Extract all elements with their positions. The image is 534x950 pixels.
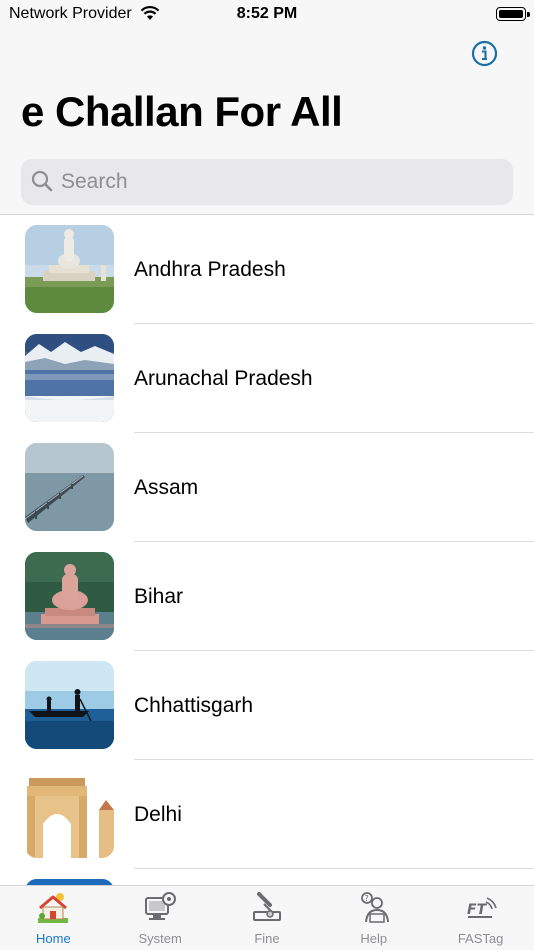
tab-fastag[interactable]: FT FASTag xyxy=(427,886,534,950)
status-time: 8:52 PM xyxy=(236,5,298,22)
state-name: Assam xyxy=(134,476,199,499)
status-bar: Network Provider 8:52 PM xyxy=(0,0,534,30)
india-gate-thumbnail xyxy=(25,770,114,858)
system-icon xyxy=(145,892,177,920)
tab-home[interactable]: Home xyxy=(0,886,107,950)
tab-label-help: Help xyxy=(360,931,388,946)
state-name: Delhi xyxy=(134,803,182,826)
boatmen-on-lake-thumbnail xyxy=(25,661,114,749)
tab-label-system: System xyxy=(138,931,182,946)
fastag-icon: FT xyxy=(467,897,497,918)
list-item-partial[interactable] xyxy=(0,869,534,885)
tab-system[interactable]: System xyxy=(107,886,214,950)
svg-text:FT: FT xyxy=(467,902,488,918)
tab-bar: Home System Fine ? Help FT FASTag xyxy=(0,885,534,950)
state-name: Andhra Pradesh xyxy=(134,258,286,281)
tab-label-fastag: FASTag xyxy=(457,931,504,946)
tab-label-fine: Fine xyxy=(254,931,280,946)
list-item-bihar[interactable]: Bihar xyxy=(0,542,534,651)
state-list: Andhra Pradesh Arunachal Pradesh Assam B… xyxy=(0,215,534,885)
buddha-statue-thumbnail xyxy=(25,225,114,313)
tab-help[interactable]: ? Help xyxy=(320,886,427,950)
search-icon xyxy=(31,170,53,192)
search-bar[interactable] xyxy=(21,159,513,205)
snowy-lake-thumbnail xyxy=(25,334,114,422)
home-icon xyxy=(38,893,69,923)
fine-icon xyxy=(252,892,281,921)
list-item-arunachal-pradesh[interactable]: Arunachal Pradesh xyxy=(0,324,534,433)
page-title: e Challan For All xyxy=(21,88,343,135)
battery-icon xyxy=(496,7,530,21)
search-input[interactable] xyxy=(61,159,501,205)
svg-text:?: ? xyxy=(364,894,368,903)
list-item-assam[interactable]: Assam xyxy=(0,433,534,542)
info-circle-icon[interactable] xyxy=(471,40,498,67)
state-name: Chhattisgarh xyxy=(134,694,254,717)
buddha-in-lake-thumbnail xyxy=(25,552,114,640)
tab-fine[interactable]: Fine xyxy=(214,886,321,950)
state-name: Bihar xyxy=(134,585,184,608)
navigation-header: e Challan For All xyxy=(0,30,534,215)
list-item-andhra-pradesh[interactable]: Andhra Pradesh xyxy=(0,215,534,324)
help-icon: ? xyxy=(360,892,389,923)
list-item-delhi[interactable]: Delhi xyxy=(0,760,534,869)
list-item-chhattisgarh[interactable]: Chhattisgarh xyxy=(0,651,534,760)
bridge-over-river-thumbnail xyxy=(25,443,114,531)
tab-label-home: Home xyxy=(36,931,71,946)
state-name: Arunachal Pradesh xyxy=(134,367,313,390)
